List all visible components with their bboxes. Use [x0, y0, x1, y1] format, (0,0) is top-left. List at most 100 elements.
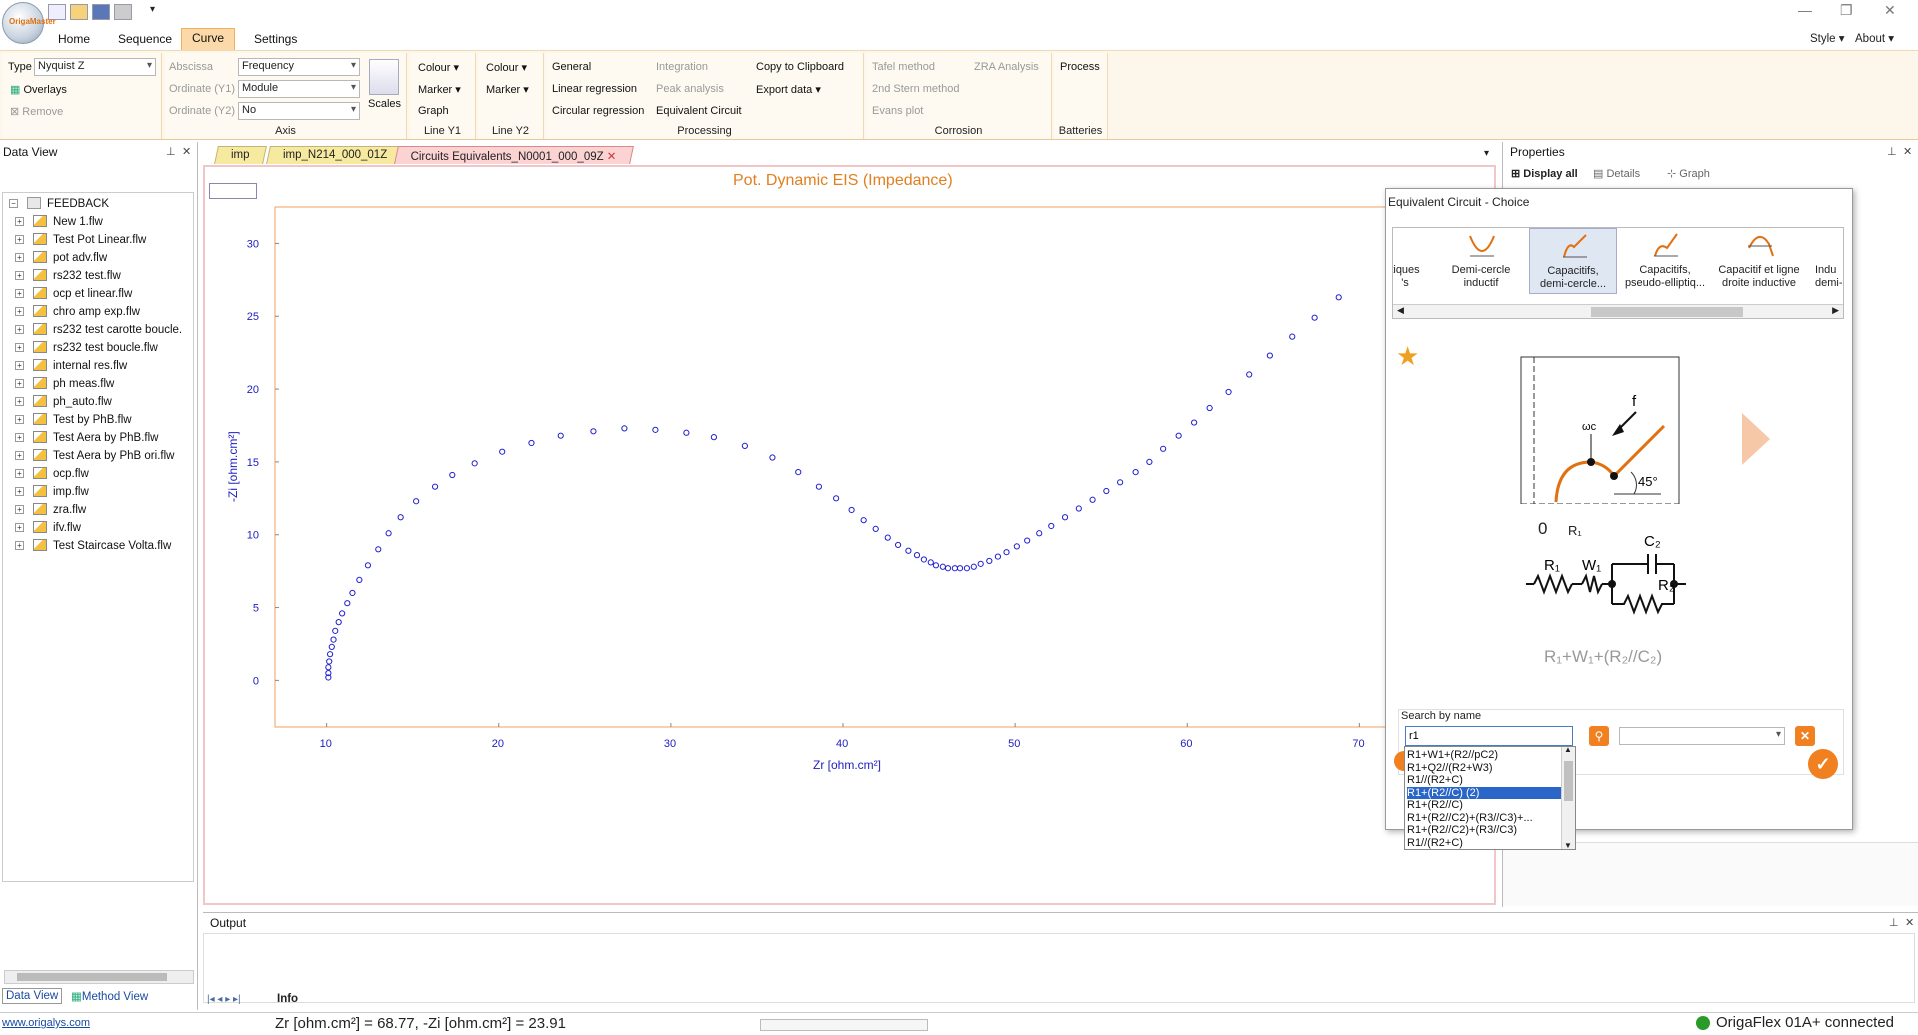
results-scrollbar[interactable]: ▲ ▼	[1561, 745, 1575, 850]
overlays-button[interactable]: ▦ Overlays	[10, 83, 67, 96]
quick-access-dropdown-icon[interactable]: ▾	[150, 4, 155, 15]
copy-clipboard-button[interactable]: Copy to Clipboard	[756, 61, 844, 73]
circular-regression-button[interactable]: Circular regression	[552, 105, 644, 117]
tile-capacitifs-pseudo[interactable]: Capacitifs, pseudo-elliptiq...	[1621, 228, 1709, 294]
tree-item[interactable]: + imp.flw	[15, 485, 89, 498]
tree-item[interactable]: + rs232 test carotte boucle.	[15, 323, 182, 336]
tree-item[interactable]: + Test Pot Linear.flw	[15, 233, 146, 246]
minimize-icon[interactable]: —	[1798, 2, 1812, 18]
integration-button[interactable]: Integration	[656, 61, 708, 73]
graph-button[interactable]: ⊹ Graph	[1667, 167, 1710, 180]
favorite-star-icon[interactable]: ★	[1396, 341, 1419, 372]
search-result-item[interactable]: R1+(R2//C2)+(R3//C3)	[1407, 824, 1561, 836]
tafel-button[interactable]: Tafel method	[872, 61, 935, 73]
linear-regression-button[interactable]: Linear regression	[552, 83, 637, 95]
tab-home[interactable]: Home	[48, 30, 100, 48]
properties-close-icon[interactable]: ✕	[1903, 145, 1912, 158]
tree-root[interactable]: − FEEDBACK	[9, 197, 109, 210]
tree-item[interactable]: + ocp et linear.flw	[15, 287, 132, 300]
tile-capacitifs-demi-cercle[interactable]: Capacitifs, demi-cercle...	[1529, 228, 1617, 294]
tile-partial-right[interactable]: Indudemi-c	[1815, 264, 1843, 290]
doc-tab-imp-n214[interactable]: imp_N214_000_01Z	[266, 146, 405, 164]
open-folder-icon[interactable]	[70, 4, 88, 20]
marker-y1-button[interactable]: Marker ▾	[418, 83, 461, 96]
pin-icon[interactable]: ⊥	[166, 145, 176, 158]
colour-y1-button[interactable]: Colour ▾	[418, 61, 459, 74]
zra-button[interactable]: ZRA Analysis	[974, 61, 1039, 73]
ordinate-y2-select[interactable]: No	[238, 102, 360, 120]
output-close-icon[interactable]: ✕	[1905, 916, 1914, 929]
tile-partial-left[interactable]: tiques's	[1393, 264, 1425, 290]
tree-item[interactable]: + Test Aera by PhB.flw	[15, 431, 158, 444]
abscissa-select[interactable]: Frequency	[238, 58, 360, 76]
search-result-item[interactable]: R1+W1+(R2//pC2)	[1407, 749, 1561, 761]
tree-item[interactable]: + internal res.flw	[15, 359, 127, 372]
output-pin-icon[interactable]: ⊥	[1889, 916, 1899, 929]
search-results-list[interactable]: R1+W1+(R2//pC2) R1+Q2//(R2+W3) R1//(R2+C) R…	[1404, 745, 1576, 850]
properties-pin-icon[interactable]: ⊥	[1887, 145, 1897, 158]
website-link[interactable]: www.origalys.com	[2, 1017, 90, 1029]
tree-item[interactable]: + ifv.flw	[15, 521, 81, 534]
tab-sequence[interactable]: Sequence	[108, 30, 182, 48]
process-button[interactable]: Process	[1060, 61, 1100, 73]
equivalent-circuit-button[interactable]: Equivalent Circuit	[656, 105, 742, 117]
doc-tab-circuits[interactable]: Circuits Equivalents_N0001_000_09Z ✕	[394, 146, 634, 164]
search-result-item[interactable]: R1+(R2//C2)+(R3//C3)+...	[1407, 812, 1561, 824]
peak-analysis-button[interactable]: Peak analysis	[656, 83, 724, 95]
app-logo[interactable]: OrigaMaster	[2, 2, 56, 44]
clear-search-icon[interactable]: ✕	[1795, 726, 1815, 746]
ordinate-y1-select[interactable]: Module	[238, 80, 360, 98]
close-panel-icon[interactable]: ✕	[182, 145, 191, 158]
details-button[interactable]: ▤ Details	[1593, 167, 1640, 180]
gallery-scrollbar[interactable]: ◀ ▶	[1393, 304, 1843, 318]
search-result-item[interactable]: R1+(R2//C)	[1407, 799, 1561, 811]
evans-button[interactable]: Evans plot	[872, 105, 923, 117]
restore-icon[interactable]: ❐	[1840, 2, 1853, 19]
tab-info[interactable]: Info	[277, 993, 299, 1007]
filter-select[interactable]	[1619, 727, 1785, 745]
search-result-item[interactable]: R1+Q2//(R2+W3)	[1407, 762, 1561, 774]
doc-tab-imp[interactable]: imp	[214, 146, 267, 164]
tree-item[interactable]: + pot adv.flw	[15, 251, 107, 264]
nyquist-chart[interactable]: Pot. Dynamic EIS (Impedance)10 20 30 40 50 60…	[205, 167, 1494, 903]
stern-button[interactable]: 2nd Stern method	[872, 83, 959, 95]
style-menu[interactable]: Style ▾	[1810, 31, 1845, 45]
tree-item[interactable]: + ocp.flw	[15, 467, 89, 480]
scales-icon[interactable]	[369, 59, 399, 95]
search-result-item[interactable]: R1+(R2//C) (2)	[1407, 786, 1561, 799]
tree-item[interactable]: + rs232 test boucle.flw	[15, 341, 158, 354]
confirm-check-icon[interactable]: ✓	[1808, 749, 1838, 779]
next-arrow-icon[interactable]	[1742, 413, 1770, 465]
tree-item[interactable]: + Test by PhB.flw	[15, 413, 132, 426]
remove-button[interactable]: ⊠ Remove	[10, 105, 63, 118]
print-icon[interactable]	[114, 4, 132, 20]
doc-tabs-dropdown-icon[interactable]: ▾	[1484, 148, 1489, 159]
tree-item[interactable]: + chro amp exp.flw	[15, 305, 140, 318]
search-input[interactable]	[1405, 726, 1573, 746]
tree-item[interactable]: + rs232 test.flw	[15, 269, 121, 282]
marker-y2-button[interactable]: Marker ▾	[486, 83, 529, 96]
tile-demi-cercle-inductif[interactable]: Demi-cercle inductif	[1437, 228, 1525, 294]
tree-item[interactable]: + Test Aera by PhB ori.flw	[15, 449, 174, 462]
close-window-icon[interactable]: ✕	[1884, 2, 1896, 19]
tree-item[interactable]: + ph_auto.flw	[15, 395, 112, 408]
tile-capacitif-ligne-inductive[interactable]: Capacitif et ligne droite inductive	[1709, 228, 1809, 294]
graph-y1-button[interactable]: Graph	[418, 105, 449, 117]
horizontal-scrollbar[interactable]	[4, 970, 194, 984]
save-icon[interactable]	[92, 4, 110, 20]
colour-y2-button[interactable]: Colour ▾	[486, 61, 527, 74]
general-button[interactable]: General	[552, 61, 591, 73]
about-menu[interactable]: About ▾	[1855, 31, 1894, 45]
export-data-button[interactable]: Export data ▾	[756, 83, 821, 96]
tab-curve[interactable]: Curve	[181, 28, 236, 50]
tab-settings[interactable]: Settings	[244, 30, 307, 48]
tree-item[interactable]: + ph meas.flw	[15, 377, 114, 390]
search-icon[interactable]: ⚲	[1589, 726, 1609, 746]
tree-item[interactable]: + New 1.flw	[15, 215, 103, 228]
output-nav-buttons[interactable]: |◂ ◂ ▸ ▸|	[207, 994, 241, 1005]
tree-item[interactable]: + Test Staircase Volta.flw	[15, 539, 171, 552]
scales-label[interactable]: Scales	[368, 98, 401, 110]
tab-data-view[interactable]: Data View	[2, 988, 63, 1004]
tab-method-view[interactable]: ▦Method View	[68, 988, 151, 1004]
search-result-item[interactable]: R1//(R2+C)	[1407, 837, 1561, 849]
